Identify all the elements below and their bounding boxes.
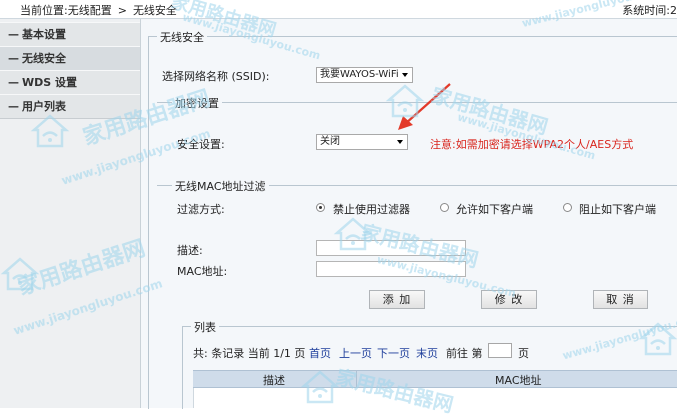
sidebar-item-wireless-security[interactable]: — 无线安全 bbox=[0, 46, 140, 71]
description-label: 描述: bbox=[177, 244, 203, 257]
cancel-button[interactable]: 取 消 bbox=[593, 290, 648, 309]
sidebar-item-label: 基本设置 bbox=[22, 28, 66, 41]
chevron-down-icon bbox=[402, 73, 408, 77]
pagination-summary: 共: 条记录 当前 1/1 页 bbox=[193, 347, 306, 360]
radio-disable-filter[interactable] bbox=[316, 203, 325, 212]
dash-icon: — bbox=[8, 28, 19, 41]
mac-address-label: MAC地址: bbox=[177, 265, 228, 278]
dash-icon: — bbox=[8, 76, 19, 89]
page-number-input[interactable] bbox=[488, 343, 512, 358]
column-header-mac: MAC地址 bbox=[495, 374, 542, 387]
watermark-logo-icon bbox=[638, 322, 677, 356]
watermark-logo-icon bbox=[30, 114, 70, 148]
breadcrumb-separator: > bbox=[117, 4, 127, 17]
first-page-link[interactable]: 首页 bbox=[309, 345, 331, 361]
encryption-note: 注意:如需加密请选择WPA2个人/AES方式 bbox=[430, 138, 634, 151]
top-bar: 当前位置:无线配置 > 无线安全 系统时间:2 bbox=[0, 0, 677, 19]
encryption-legend: 加密设置 bbox=[172, 95, 222, 111]
sidebar-item-label: 无线安全 bbox=[22, 52, 66, 65]
last-page-link[interactable]: 末页 bbox=[416, 345, 438, 361]
sidebar-item-wds-settings[interactable]: — WDS 设置 bbox=[0, 70, 140, 95]
panel-title: 无线安全 bbox=[157, 29, 207, 45]
watermark-logo-icon bbox=[0, 257, 40, 291]
security-select-value: 关闭 bbox=[320, 136, 340, 147]
watermark-logo-icon bbox=[333, 217, 373, 251]
radio-allow-clients-label: 允许如下客户端 bbox=[456, 203, 533, 216]
mac-filter-legend: 无线MAC地址过滤 bbox=[172, 178, 269, 194]
watermark-logo-icon bbox=[300, 370, 340, 404]
ssid-label: 选择网络名称 (SSID): bbox=[162, 70, 270, 83]
prev-page-link[interactable]: 上一页 bbox=[339, 345, 372, 361]
add-button[interactable]: 添 加 bbox=[369, 290, 425, 309]
breadcrumb: 当前位置:无线配置 > 无线安全 bbox=[20, 2, 177, 18]
security-select[interactable]: 关闭 bbox=[316, 134, 408, 150]
sidebar-item-user-list[interactable]: — 用户列表 bbox=[0, 94, 140, 119]
system-time: 系统时间:2 bbox=[622, 4, 677, 17]
sidebar-item-label: WDS 设置 bbox=[22, 76, 78, 89]
table-body bbox=[193, 388, 677, 408]
radio-allow-clients[interactable] bbox=[440, 203, 449, 212]
dash-icon: — bbox=[8, 52, 19, 65]
dash-icon: — bbox=[8, 100, 19, 113]
sidebar-item-basic-settings[interactable]: — 基本设置 bbox=[0, 22, 140, 47]
breadcrumb-current: 无线安全 bbox=[132, 4, 177, 17]
next-page-link[interactable]: 下一页 bbox=[377, 345, 410, 361]
page-suffix-label: 页 bbox=[518, 347, 529, 360]
radio-block-clients-label: 阻止如下客户端 bbox=[579, 203, 656, 216]
filter-mode-label: 过滤方式: bbox=[177, 203, 225, 216]
column-header-description: 描述 bbox=[263, 374, 285, 387]
security-label: 安全设置: bbox=[177, 138, 225, 151]
breadcrumb-parent: 当前位置:无线配置 bbox=[20, 4, 112, 17]
list-legend: 列表 bbox=[191, 319, 219, 335]
edit-button[interactable]: 修 改 bbox=[481, 290, 537, 309]
sidebar: — 基本设置 — 无线安全 — WDS 设置 — 用户列表 bbox=[0, 19, 141, 408]
chevron-down-icon bbox=[397, 140, 403, 144]
ssid-select-value: 我要WAYOS-WiFi bbox=[320, 69, 399, 80]
goto-page-label: 前往 第 bbox=[446, 347, 483, 360]
table-header: 描述 MAC地址 bbox=[193, 370, 677, 388]
watermark-logo-icon bbox=[385, 84, 425, 118]
mac-address-input[interactable] bbox=[316, 261, 466, 277]
radio-block-clients[interactable] bbox=[563, 203, 572, 212]
column-divider bbox=[356, 371, 357, 387]
